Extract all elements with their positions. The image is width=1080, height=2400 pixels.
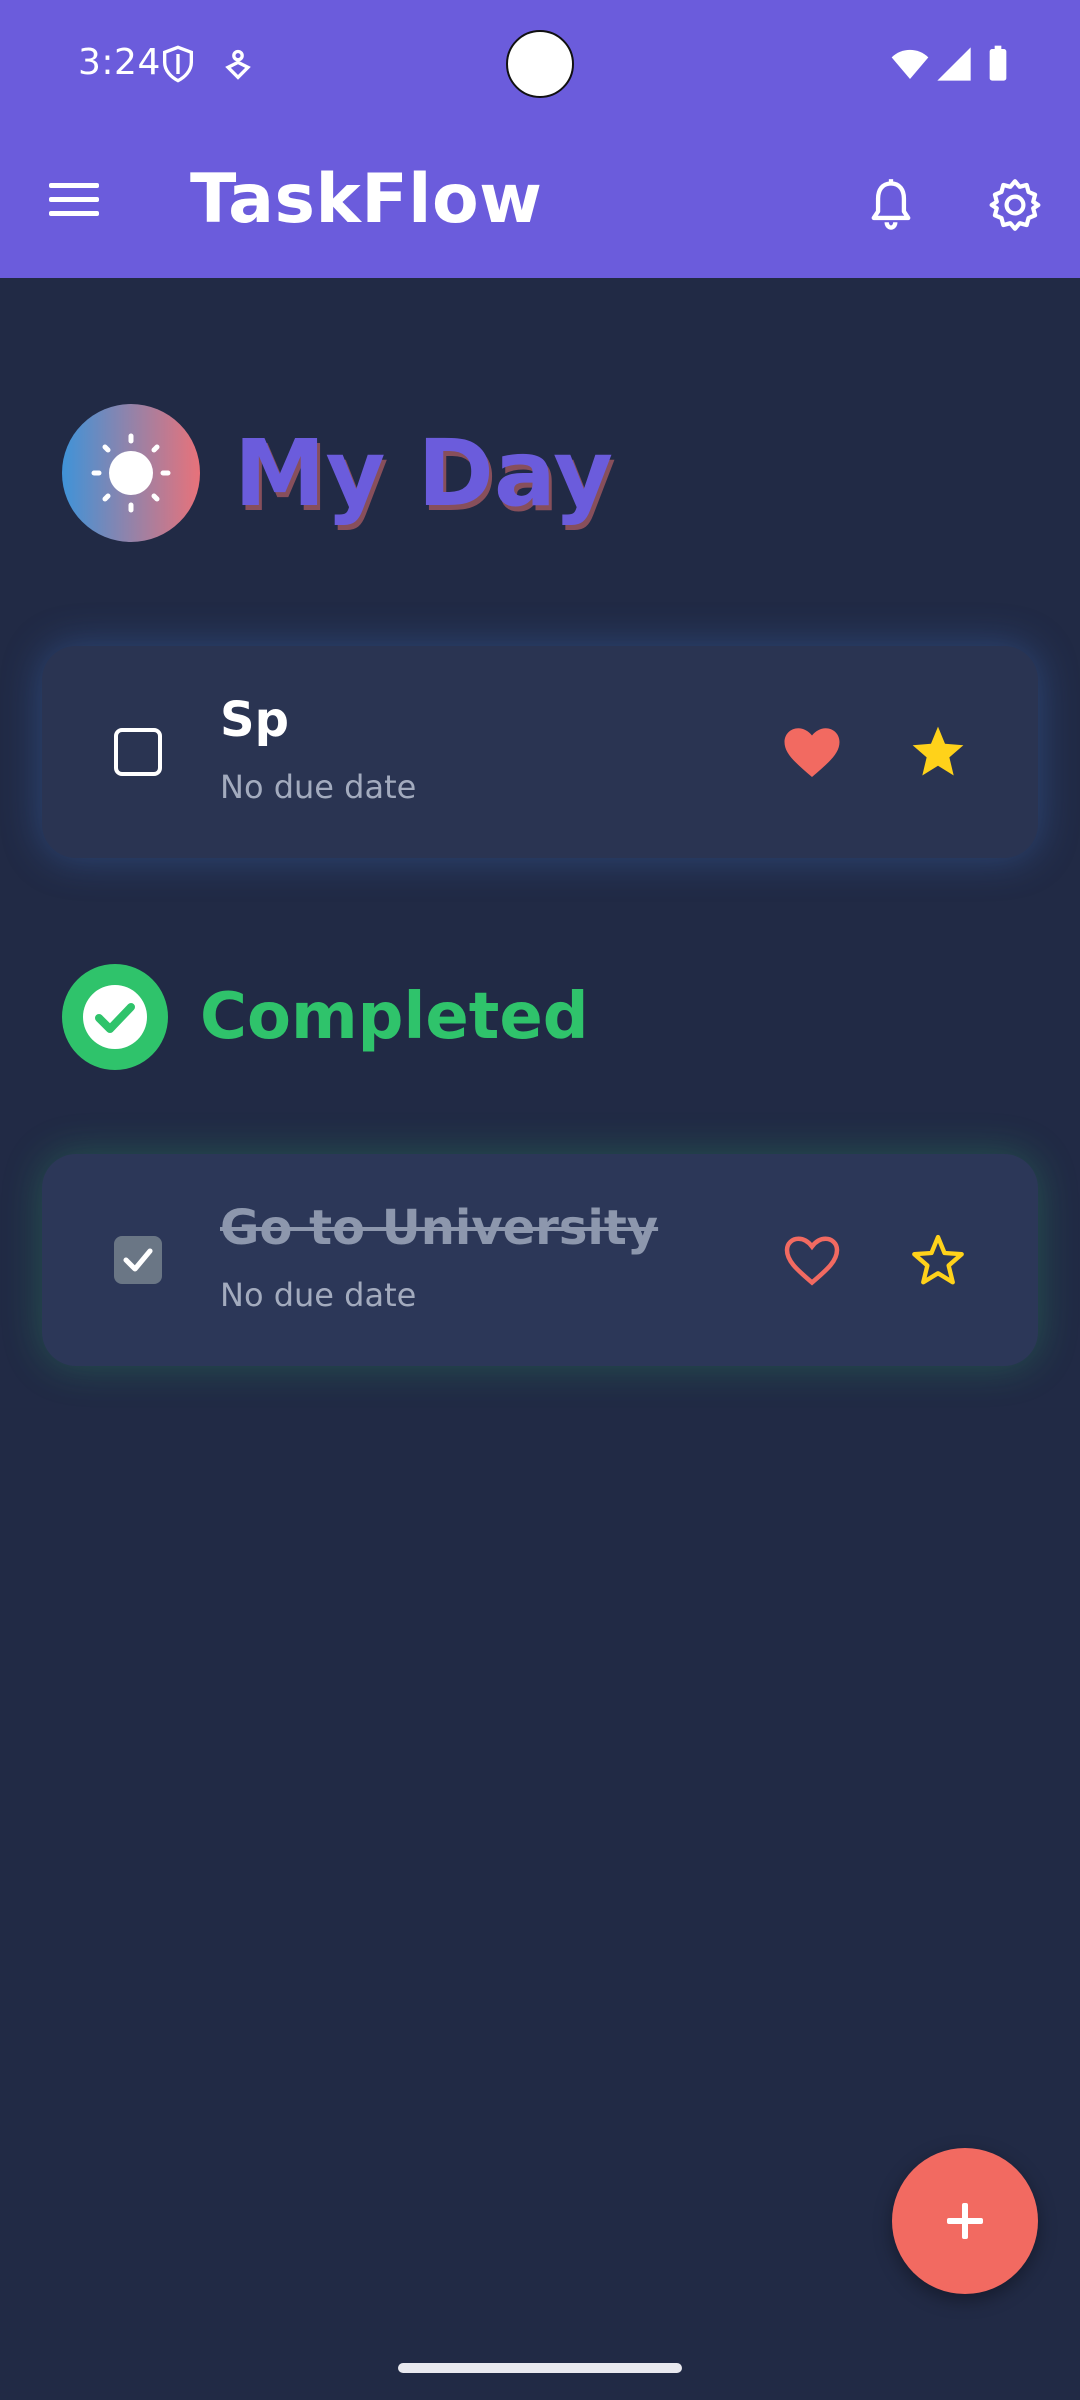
sun-icon [91, 433, 171, 513]
favorite-button[interactable] [782, 722, 842, 782]
home-indicator[interactable] [398, 2363, 682, 2373]
status-time: 3:24 [78, 42, 161, 83]
my-day-header: My Day [62, 404, 613, 542]
star-outline-icon [912, 1234, 964, 1285]
task-card[interactable]: Sp No due date [42, 646, 1038, 858]
task-title: Sp [220, 692, 289, 748]
camera-cutout [506, 30, 574, 98]
top-bar: 3:24 TaskFlow [0, 0, 1080, 278]
navigation-icon [218, 44, 258, 84]
battery-icon [978, 44, 1018, 84]
screen: 3:24 TaskFlow My Day Sp No due date Comp… [0, 0, 1080, 2400]
my-day-title: My Day [234, 419, 614, 527]
heart-filled-icon [784, 728, 840, 777]
completed-badge [62, 964, 168, 1070]
completed-title: Completed [200, 980, 589, 1054]
settings-button[interactable] [980, 170, 1050, 240]
task-title: Go to University [220, 1200, 659, 1256]
app-bar: TaskFlow [0, 130, 1080, 278]
task-due-date: No due date [220, 768, 417, 806]
shield-icon [158, 44, 198, 84]
checkmark-icon [123, 1248, 153, 1272]
bell-icon [871, 179, 911, 230]
signal-icon [934, 44, 974, 84]
star-button[interactable] [908, 1230, 968, 1290]
check-circle-icon [83, 985, 147, 1049]
completed-header: Completed [62, 964, 589, 1070]
star-button[interactable] [908, 722, 968, 782]
completed-task-card[interactable]: Go to University No due date [42, 1154, 1038, 1366]
my-day-badge [62, 404, 200, 542]
menu-icon [49, 183, 99, 216]
add-task-button[interactable] [892, 2148, 1038, 2294]
status-bar: 3:24 [0, 0, 1080, 130]
app-title: TaskFlow [190, 160, 543, 239]
task-checkbox[interactable] [114, 728, 162, 776]
task-due-date: No due date [220, 1276, 417, 1314]
favorite-button[interactable] [782, 1230, 842, 1290]
plus-icon [947, 2203, 983, 2239]
gear-icon [989, 179, 1041, 231]
wifi-icon [890, 44, 930, 84]
notifications-button[interactable] [856, 170, 926, 240]
heart-outline-icon [784, 1236, 840, 1286]
star-filled-icon [912, 726, 964, 776]
task-checkbox-checked[interactable] [114, 1236, 162, 1284]
menu-button[interactable] [40, 164, 110, 234]
